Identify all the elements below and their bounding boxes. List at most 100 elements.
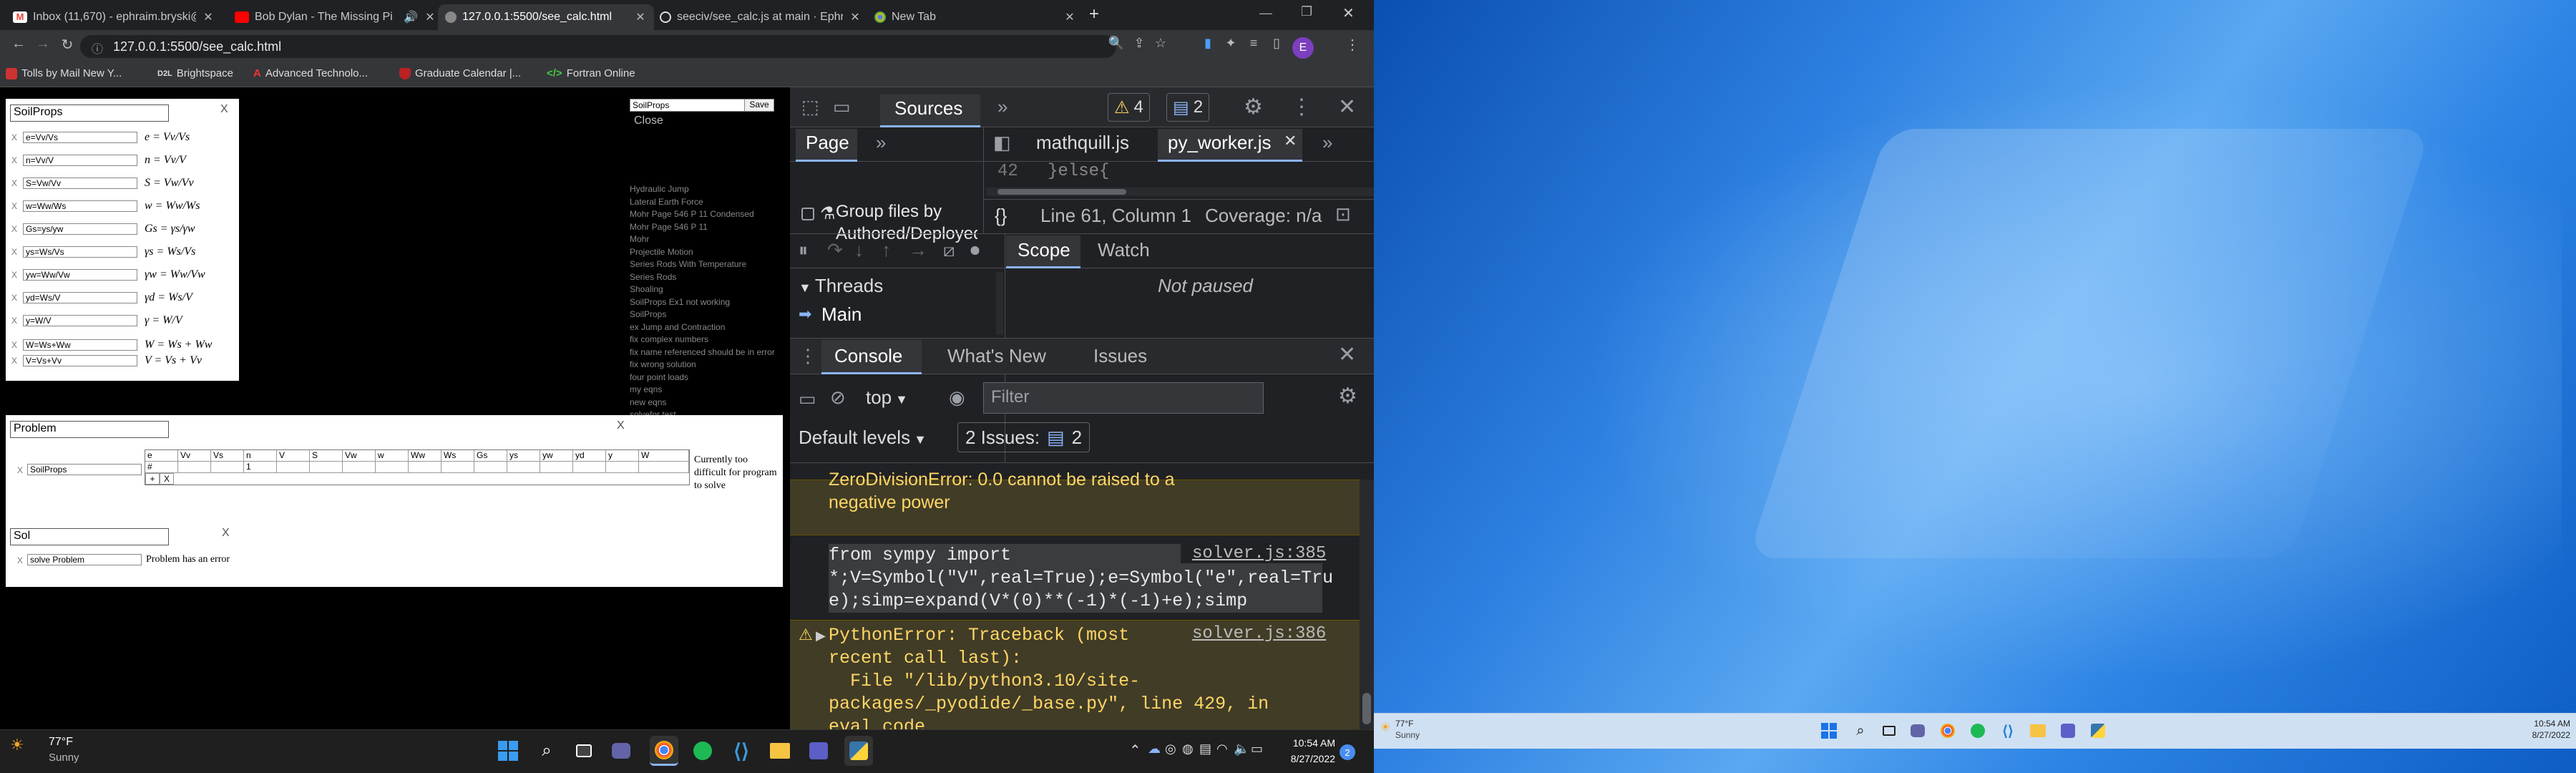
tray-app-icon[interactable]: ◎ bbox=[1165, 742, 1176, 757]
volume-icon[interactable]: 🔈 bbox=[1234, 742, 1249, 757]
remove-row-button[interactable]: X bbox=[11, 155, 20, 165]
tab-issues[interactable]: Issues bbox=[1093, 345, 1147, 367]
drawer-menu-icon[interactable]: ⋮ bbox=[799, 345, 817, 367]
profile-avatar[interactable]: E bbox=[1292, 37, 1314, 59]
bookmark-tolls[interactable]: Tolls by Mail New Y... bbox=[6, 67, 122, 79]
tab-github[interactable]: seeciv/see_calc.js at main · Ephra ✕ bbox=[653, 4, 869, 30]
vscode-icon[interactable]: ⟨⟩ bbox=[1996, 719, 2019, 743]
variable-cell[interactable] bbox=[211, 462, 244, 472]
tab-see-calc[interactable]: 127.0.0.1:5500/see_calc.html ✕ bbox=[438, 4, 654, 30]
spotify-icon[interactable] bbox=[1966, 719, 1989, 743]
remove-row-button[interactable]: X bbox=[11, 201, 20, 211]
function-list-item[interactable]: Series Rods With Temperature bbox=[630, 258, 787, 271]
spotify-icon[interactable] bbox=[688, 736, 717, 766]
function-list-item[interactable]: fix complex numbers bbox=[630, 334, 787, 346]
clock-date[interactable]: 8/27/2022 bbox=[1282, 753, 1335, 764]
file-explorer-icon[interactable] bbox=[2026, 719, 2049, 743]
remove-row-button[interactable]: X bbox=[11, 293, 20, 303]
devtools-menu-icon[interactable]: ⋮ bbox=[1291, 94, 1312, 120]
equation-input[interactable]: V=Vs+Vv bbox=[23, 355, 137, 366]
tab-gmail[interactable]: M Inbox (11,670) - ephraim.bryski@ ✕ bbox=[6, 4, 222, 30]
close-tab-icon[interactable]: ✕ bbox=[202, 10, 215, 24]
equation-input[interactable]: ys=Ws/Vs bbox=[23, 246, 137, 258]
battery-icon[interactable]: ▭ bbox=[1251, 742, 1263, 757]
share-icon[interactable]: ⇪ bbox=[1129, 36, 1149, 51]
function-list-item[interactable]: fix wrong solution bbox=[630, 359, 787, 371]
variable-cell[interactable] bbox=[310, 462, 343, 472]
scrollbar-thumb[interactable] bbox=[997, 189, 1126, 195]
equation-input[interactable]: yw=Ww/Vw bbox=[23, 269, 137, 281]
pause-on-exceptions-icon[interactable]: ⏺ bbox=[970, 239, 980, 262]
threads-scrollbar[interactable] bbox=[996, 272, 1003, 335]
tray-printer-icon[interactable]: ▤ bbox=[1199, 742, 1211, 757]
reload-icon[interactable]: ↻ bbox=[57, 36, 77, 54]
remove-row-button[interactable]: X bbox=[11, 178, 20, 188]
weather-temp-2[interactable]: 77°F bbox=[1395, 719, 1413, 729]
function-list-item[interactable]: Mohr Page 546 P 11 bbox=[630, 221, 787, 234]
equation-input[interactable]: y=W/V bbox=[23, 315, 137, 326]
show-debugger-icon[interactable]: ⊡ bbox=[1335, 203, 1351, 225]
save-button[interactable]: Save bbox=[744, 99, 774, 112]
source-link[interactable]: solver.js:385 bbox=[1181, 544, 1327, 563]
python-app-icon[interactable] bbox=[844, 736, 873, 766]
clock-time-2[interactable]: 10:54 AM bbox=[2513, 719, 2570, 729]
start-button[interactable] bbox=[494, 736, 522, 766]
remove-column-button[interactable]: X bbox=[160, 473, 174, 485]
function-list-item[interactable]: Shoaling bbox=[630, 283, 787, 296]
variable-cell[interactable] bbox=[441, 462, 474, 472]
tray-discord-icon[interactable]: ◍ bbox=[1182, 742, 1194, 757]
function-list-item[interactable]: fix name referenced should be in error bbox=[630, 346, 787, 359]
variable-cell[interactable] bbox=[409, 462, 441, 472]
function-list-item[interactable]: ex Jump and Contraction bbox=[630, 321, 787, 334]
add-row-button[interactable]: + bbox=[145, 473, 160, 485]
function-name-input[interactable]: SoilProps bbox=[630, 99, 748, 112]
console-settings-gear-icon[interactable]: ⚙ bbox=[1338, 384, 1357, 409]
remove-row-button[interactable]: X bbox=[11, 132, 20, 142]
sidepanel-icon[interactable]: ▯ bbox=[1267, 36, 1287, 51]
bookmark-fortran[interactable]: </> Fortran Online bbox=[547, 67, 635, 79]
sidebar-toggle-icon[interactable]: ▭ bbox=[799, 388, 816, 410]
zoom-icon[interactable]: 🔍 bbox=[1106, 36, 1126, 51]
close-tab-icon[interactable]: ✕ bbox=[424, 10, 436, 24]
remove-row-button[interactable]: X bbox=[11, 270, 20, 280]
function-list-item[interactable]: Lateral Earth Force bbox=[630, 196, 787, 209]
star-icon[interactable]: ☆ bbox=[1151, 36, 1171, 51]
variable-cell[interactable]: # bbox=[145, 462, 178, 472]
problem-close-button[interactable]: X bbox=[617, 419, 625, 432]
function-list-item[interactable]: SoilProps bbox=[630, 308, 787, 321]
equation-input[interactable]: n=Vv/V bbox=[23, 155, 137, 166]
tab-youtube[interactable]: Bob Dylan - The Missing Pi 🔊 ✕ bbox=[228, 4, 444, 30]
editor-tab-mathquill[interactable]: mathquill.js bbox=[1036, 132, 1129, 154]
puzzle-icon[interactable]: ✦ bbox=[1221, 36, 1241, 51]
notification-badge[interactable]: 2 bbox=[1340, 744, 1355, 760]
start-button-2[interactable] bbox=[1818, 719, 1840, 743]
new-tab-button[interactable]: + bbox=[1089, 4, 1099, 24]
teams-icon[interactable] bbox=[804, 736, 833, 766]
clock-date-2[interactable]: 8/27/2022 bbox=[2513, 730, 2570, 740]
more-tabs-button[interactable]: » bbox=[997, 96, 1008, 118]
toggle-navigator-icon[interactable]: ◧ bbox=[993, 132, 1011, 154]
sol-close-button[interactable]: X bbox=[222, 527, 230, 540]
media-icon[interactable]: ≡ bbox=[1244, 36, 1264, 51]
task-view-icon[interactable] bbox=[1878, 719, 1901, 743]
remove-row-button[interactable]: X bbox=[17, 555, 23, 565]
remove-row-button[interactable]: X bbox=[17, 465, 23, 475]
log-levels-dropdown[interactable]: Default levels ▼ bbox=[799, 427, 927, 449]
remove-row-button[interactable]: X bbox=[11, 316, 20, 326]
bookmark-graduate-calendar[interactable]: Graduate Calendar |... bbox=[399, 67, 521, 79]
step-into-icon[interactable]: ↓ bbox=[854, 239, 864, 261]
close-tab-icon[interactable]: ✕ bbox=[849, 10, 862, 24]
close-drawer-icon[interactable]: ✕ bbox=[1338, 342, 1356, 367]
remove-row-button[interactable]: X bbox=[11, 356, 20, 366]
remove-row-button[interactable]: X bbox=[11, 247, 20, 257]
function-list-item[interactable]: SoilProps Ex1 not working bbox=[630, 296, 787, 309]
teams-chat-icon[interactable] bbox=[1906, 719, 1929, 743]
python-app-icon[interactable] bbox=[2087, 719, 2109, 743]
close-editor-tab-icon[interactable]: ✕ bbox=[1284, 132, 1297, 150]
group-files-checkbox[interactable] bbox=[801, 208, 814, 220]
equation-input[interactable]: Gs=ys/yw bbox=[23, 223, 137, 235]
file-explorer-icon[interactable] bbox=[766, 736, 794, 766]
inspect-icon[interactable]: ⬚ bbox=[801, 96, 819, 118]
forward-icon[interactable]: → bbox=[33, 36, 53, 52]
teams-icon[interactable] bbox=[2057, 719, 2079, 743]
